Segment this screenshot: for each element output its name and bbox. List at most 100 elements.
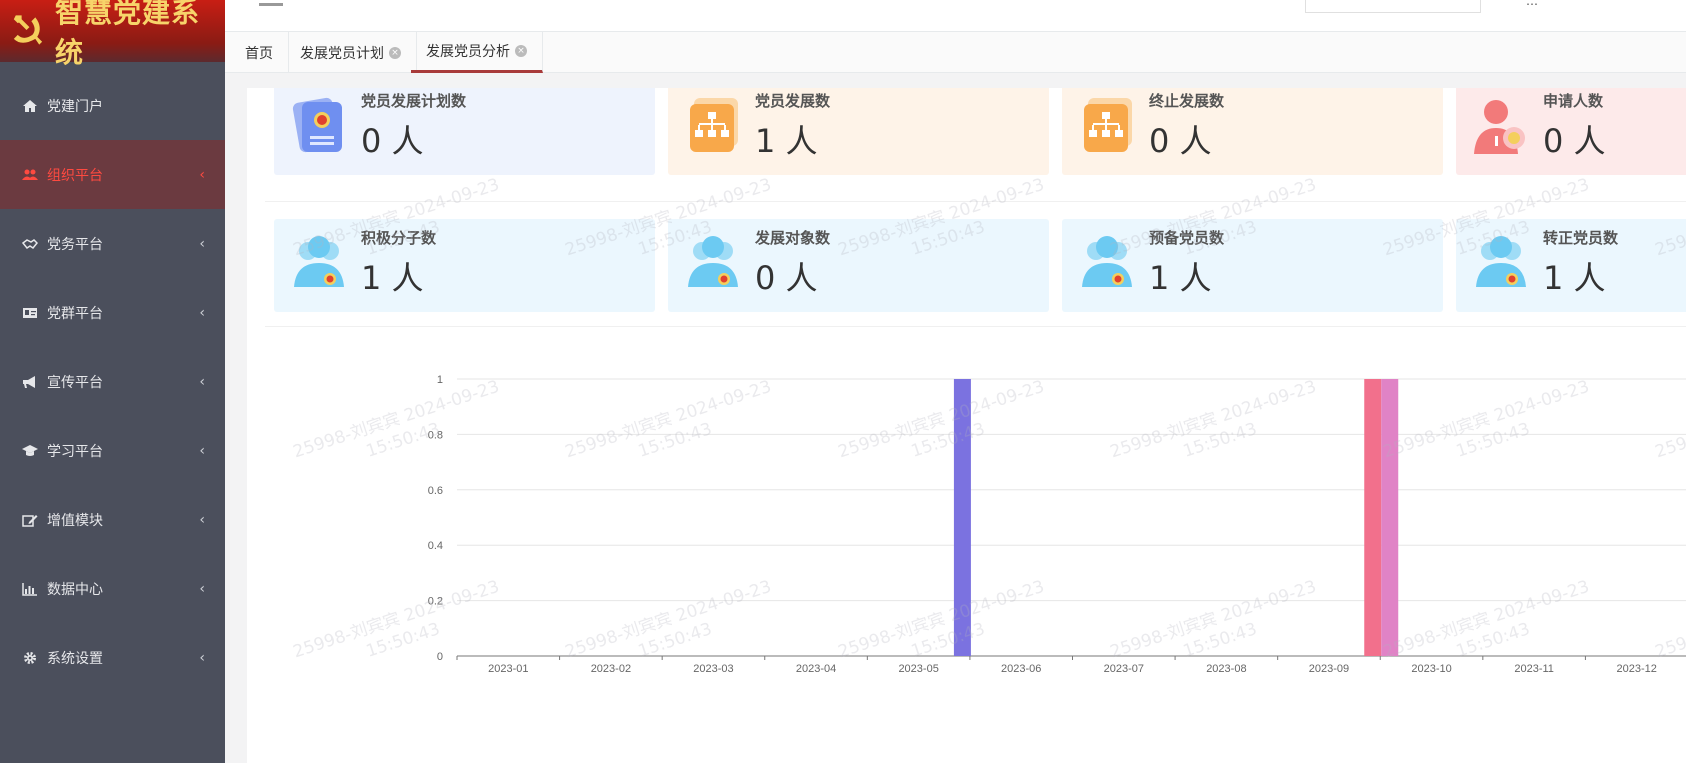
sidebar-item-7[interactable]: 数据中心 ‹ <box>0 554 225 623</box>
menu-toggle-icon[interactable] <box>259 0 283 8</box>
sidebar-item-label: 党务平台 <box>47 236 103 253</box>
tab-bar: 首页 发展党员计划 × 发展党员分析 × <box>225 32 1686 73</box>
group-icon <box>294 236 344 287</box>
chart-panel: 0 0.2 0.4 0.6 0.8 1 2023-01 2023-02 2023-03 2023-… <box>265 343 1686 763</box>
sidebar-item-label: 宣传平台 <box>47 374 103 391</box>
id-card-icon <box>23 307 37 318</box>
sidebar-item-3[interactable]: 党群平台 ‹ <box>0 278 225 347</box>
stat-value: 1 人 <box>1543 259 1606 297</box>
stat-title: 党员发展计划数 <box>361 92 467 110</box>
users-icon <box>22 169 38 180</box>
x-tick-label: 2023-12 <box>1617 663 1657 675</box>
stat-title: 党员发展数 <box>755 92 831 110</box>
stat-title: 发展对象数 <box>755 229 831 247</box>
sidebar-item-5[interactable]: 学习平台 ‹ <box>0 416 225 485</box>
x-tick-label: 2023-10 <box>1411 663 1451 675</box>
chevron-left-icon: ‹ <box>199 649 205 666</box>
y-tick-label: 0.8 <box>428 429 443 441</box>
chevron-left-icon: ‹ <box>199 580 205 597</box>
close-icon[interactable]: × <box>389 46 401 59</box>
top-search-box[interactable] <box>1305 0 1481 13</box>
sidebar-item-2[interactable]: 党务平台 ‹ <box>0 209 225 278</box>
chevron-left-icon: ‹ <box>199 442 205 459</box>
chevron-left-icon: ‹ <box>199 235 205 252</box>
sidebar-item-6[interactable]: 增值模块 ‹ <box>0 485 225 554</box>
divider <box>265 326 1686 327</box>
x-tick-label: 2023-02 <box>591 663 631 675</box>
edit-icon <box>22 514 38 527</box>
sidebar-item-8[interactable]: 系统设置 ‹ <box>0 623 225 692</box>
stat-card: 积极分子数 1 人 <box>274 219 655 312</box>
group-icon <box>1082 236 1132 287</box>
stat-title: 转正党员数 <box>1543 229 1619 247</box>
top-bar: … <box>225 0 1686 32</box>
group-icon <box>688 236 738 287</box>
divider <box>265 201 1686 202</box>
tab-analysis[interactable]: 发展党员分析 × <box>411 32 543 73</box>
graduation-cap-icon <box>22 444 38 456</box>
user-info[interactable]: … <box>1526 0 1538 8</box>
sidebar-item-label: 增值模块 <box>47 512 103 529</box>
stat-card: 终止发展数 0 人 <box>1062 88 1443 175</box>
chevron-left-icon: ‹ <box>199 304 205 321</box>
stat-card: 党员发展计划数 0 人 <box>274 88 655 175</box>
stat-value: 0 人 <box>1149 122 1212 160</box>
home-icon <box>23 99 37 112</box>
stat-value: 0 人 <box>1543 122 1606 160</box>
stat-title: 终止发展数 <box>1149 92 1225 110</box>
stat-value: 1 人 <box>755 122 818 160</box>
chevron-left-icon: ‹ <box>199 373 205 390</box>
tab-plan[interactable]: 发展党员计划 × <box>285 32 417 73</box>
stat-card: 转正党员数 1 人 <box>1456 219 1686 312</box>
x-tick-label: 2023-08 <box>1206 663 1246 675</box>
stat-title: 预备党员数 <box>1149 229 1225 247</box>
stat-card: 申请人数 0 人 <box>1456 88 1686 175</box>
tab-label: 发展党员分析 <box>426 44 510 60</box>
stat-value: 1 人 <box>1149 259 1212 297</box>
x-tick-label: 2023-09 <box>1309 663 1349 675</box>
bar <box>1381 379 1399 656</box>
sidebar-item-label: 党群平台 <box>47 305 103 322</box>
group-icon <box>1476 236 1526 287</box>
stat-value: 0 人 <box>361 122 424 160</box>
party-card-icon <box>292 97 342 153</box>
sidebar-item-4[interactable]: 宣传平台 ‹ <box>0 347 225 416</box>
sidebar-item-label: 党建门户 <box>47 98 103 115</box>
sidebar-item-0[interactable]: 党建门户 <box>0 71 225 140</box>
tab-label: 首页 <box>245 45 273 62</box>
y-tick-label: 0.2 <box>428 596 443 608</box>
y-tick-label: 0.4 <box>428 540 443 552</box>
tab-home[interactable]: 首页 <box>230 32 289 73</box>
sidebar-nav: 党建门户 组织平台 ‹ 党务平台 ‹ 党群平台 ‹ 宣传平台 ‹ 学习平台 ‹ 增值模块 ‹ 数据中心 ‹ 系… <box>0 71 225 692</box>
x-tick-label: 2023-04 <box>796 663 836 675</box>
bar-chart-icon <box>22 582 37 596</box>
y-tick-label: 0 <box>437 651 443 663</box>
bullhorn-icon <box>23 375 35 388</box>
sidebar-item-label: 数据中心 <box>47 581 103 598</box>
stat-card: 党员发展数 1 人 <box>668 88 1049 175</box>
sidebar-item-label: 学习平台 <box>47 443 103 460</box>
stat-title: 积极分子数 <box>361 229 437 247</box>
bar <box>1364 379 1382 656</box>
sidebar-item-1[interactable]: 组织平台 ‹ <box>0 140 225 209</box>
close-icon[interactable]: × <box>515 45 527 57</box>
y-tick-label: 1 <box>437 374 443 386</box>
org-chart-icon <box>690 98 738 152</box>
chevron-left-icon: ‹ <box>199 166 205 183</box>
stat-title: 申请人数 <box>1543 92 1604 110</box>
tab-label: 发展党员计划 <box>300 45 384 62</box>
org-chart-icon <box>1084 98 1132 152</box>
gear-icon <box>24 651 36 664</box>
sidebar-item-label: 系统设置 <box>47 650 103 667</box>
stat-value: 0 人 <box>755 259 818 297</box>
stat-value: 1 人 <box>361 259 424 297</box>
x-tick-label: 2023-11 <box>1514 663 1554 675</box>
bar <box>953 379 971 656</box>
main-content: 党员发展计划数 0 人党员发展数 1 人终止发展数 0 人申请人数 0 人积极分子数 1 … <box>247 88 1686 763</box>
sidebar-item-label: 组织平台 <box>47 167 103 184</box>
handshake-icon <box>22 238 38 249</box>
party-emblem-icon <box>13 15 43 45</box>
y-tick-label: 0.6 <box>428 485 443 497</box>
x-tick-label: 2023-05 <box>898 663 938 675</box>
stat-card: 发展对象数 0 人 <box>668 219 1049 312</box>
